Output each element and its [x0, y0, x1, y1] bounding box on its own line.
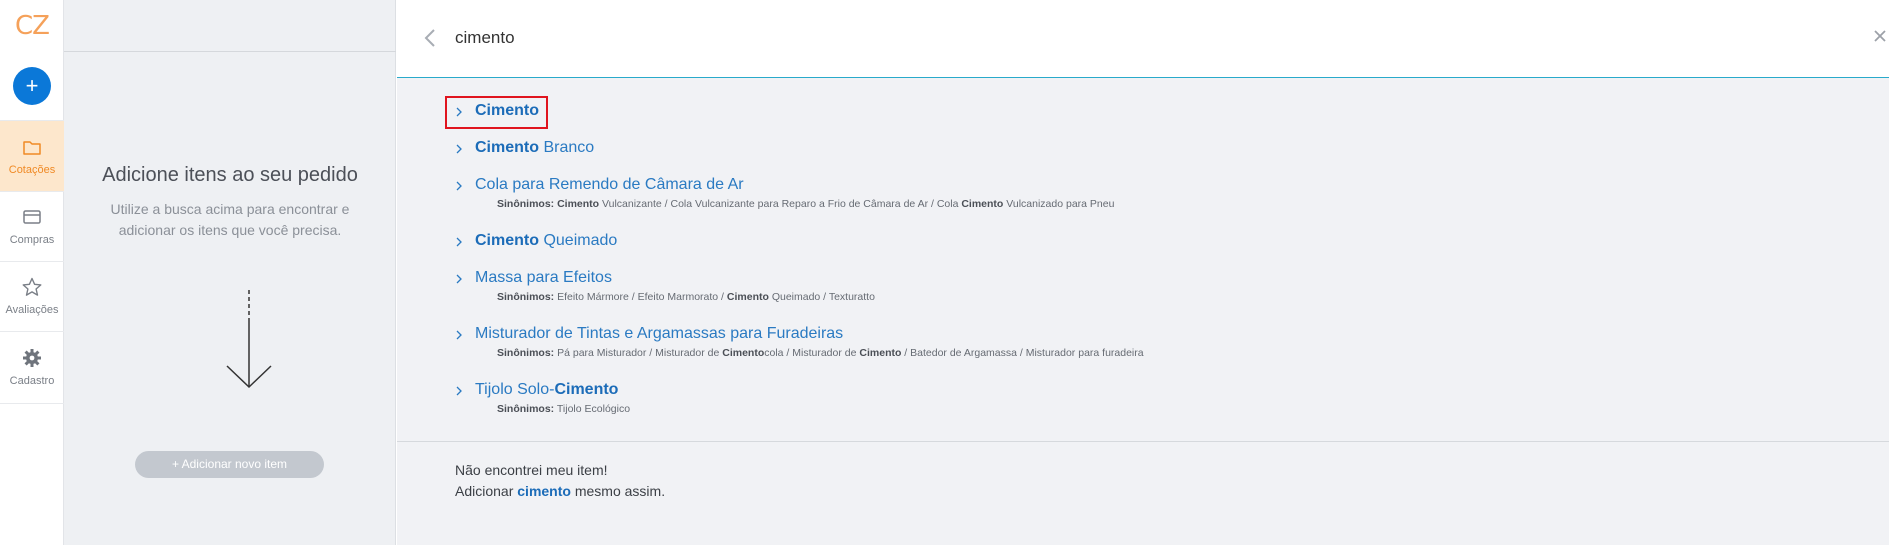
result-title[interactable]: Cimento Queimado — [475, 232, 617, 250]
chevron-right-icon — [456, 386, 462, 396]
add-anyway-link[interactable]: Adicionar cimento mesmo assim. — [455, 483, 665, 499]
folder-icon — [23, 141, 41, 155]
result-title[interactable]: Misturador de Tintas e Argamassas para F… — [475, 325, 843, 343]
gear-icon — [23, 349, 41, 367]
sidebar-item-compras[interactable]: Compras — [0, 191, 64, 261]
order-panel-header — [64, 0, 396, 52]
sidebar-item-cotacoes[interactable]: Cotações — [0, 121, 64, 191]
sidebar-nav: CZ + Cotações Compras Avaliações Cadastr… — [0, 0, 64, 545]
chevron-right-icon — [456, 144, 462, 154]
empty-state-subtitle: Utilize a busca acima para encontrar e a… — [110, 201, 350, 238]
result-synonyms: Sinônimos: Efeito Mármore / Efeito Marmo… — [497, 291, 875, 303]
sidebar-item-label: Cadastro — [9, 375, 55, 387]
star-icon — [22, 277, 42, 296]
empty-state-title: Adicione itens ao seu pedido — [102, 164, 358, 186]
app-root: CZ + Cotações Compras Avaliações Cadastr… — [0, 0, 1889, 545]
chevron-right-icon — [456, 237, 462, 247]
add-new-item-button[interactable]: + Adicionar novo item — [135, 451, 324, 478]
sidebar-item-label: Compras — [9, 234, 55, 246]
card-icon — [23, 210, 41, 224]
nav-divider — [0, 403, 64, 404]
chevron-right-icon — [456, 181, 462, 191]
chevron-left-icon[interactable] — [423, 28, 437, 48]
chevron-right-icon — [456, 107, 462, 117]
results-divider — [397, 441, 1889, 442]
search-panel: Cimento Cimento Branco Cola para Remendo… — [397, 0, 1889, 545]
result-synonyms: Sinônimos: Cimento Vulcanizante / Cola V… — [497, 198, 1115, 210]
close-icon[interactable] — [1873, 29, 1887, 43]
not-found-text: Não encontrei meu item! — [455, 462, 608, 478]
arrow-down-icon — [226, 290, 272, 389]
logo[interactable]: CZ — [0, 0, 64, 52]
chevron-right-icon — [456, 330, 462, 340]
result-title[interactable]: Cola para Remendo de Câmara de Ar — [475, 176, 744, 194]
sidebar-item-label: Avaliações — [5, 304, 59, 316]
result-title[interactable]: Cimento — [475, 102, 539, 120]
search-bar — [397, 0, 1889, 78]
result-synonyms: Sinônimos: Pá para Misturador / Misturad… — [497, 347, 1144, 359]
add-button[interactable]: + — [13, 67, 51, 105]
sidebar-item-avaliacoes[interactable]: Avaliações — [0, 261, 64, 331]
result-title[interactable]: Tijolo Solo-Cimento — [475, 381, 618, 399]
result-title[interactable]: Massa para Efeitos — [475, 269, 612, 287]
result-title[interactable]: Cimento Branco — [475, 139, 594, 157]
sidebar-item-cadastro[interactable]: Cadastro — [0, 331, 64, 403]
result-synonyms: Sinônimos: Tijolo Ecológico — [497, 403, 631, 415]
chevron-right-icon — [456, 274, 462, 284]
sidebar-item-label: Cotações — [8, 164, 56, 176]
order-panel: Adicione itens ao seu pedido Utilize a b… — [64, 0, 396, 545]
search-input[interactable] — [455, 24, 1255, 52]
